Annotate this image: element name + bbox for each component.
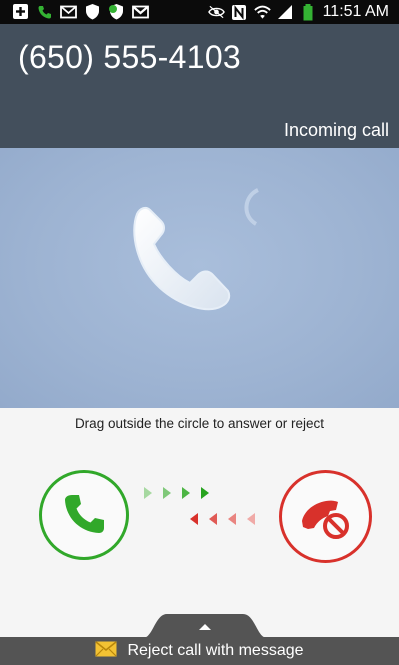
envelope-icon bbox=[95, 640, 117, 662]
sync-shield-icon bbox=[108, 3, 125, 20]
answer-phone-icon bbox=[65, 495, 104, 533]
caller-photo-area bbox=[0, 148, 399, 408]
reject-arrows bbox=[189, 513, 256, 525]
reject-with-message-label: Reject call with message bbox=[127, 642, 304, 659]
wifi-icon bbox=[253, 4, 271, 21]
incoming-call-screen: 11:51 AM (650) 555-4103 Incoming call Dr… bbox=[0, 0, 399, 665]
answer-button[interactable] bbox=[39, 470, 129, 560]
status-time: 11:51 AM bbox=[322, 3, 389, 20]
nfc-icon bbox=[231, 4, 248, 21]
answer-arrows bbox=[143, 487, 210, 499]
gmail-icon bbox=[132, 3, 149, 20]
reject-message-handle[interactable] bbox=[143, 612, 267, 638]
caller-number: (650) 555-4103 bbox=[18, 39, 242, 75]
phone-icon bbox=[36, 3, 53, 20]
shield-icon bbox=[84, 3, 101, 20]
eye-icon bbox=[207, 4, 225, 21]
reject-button[interactable] bbox=[279, 470, 372, 563]
reject-with-message-bar[interactable]: Reject call with message bbox=[0, 637, 399, 665]
drag-instruction: Drag outside the circle to answer or rej… bbox=[74, 416, 325, 431]
call-status-label: Incoming call bbox=[283, 120, 389, 140]
battery-icon bbox=[300, 3, 317, 21]
mail-icon bbox=[60, 3, 77, 20]
plus-square-icon bbox=[12, 3, 29, 20]
handset-icon bbox=[133, 206, 231, 311]
signal-icon bbox=[277, 4, 294, 21]
faint-arc-icon bbox=[244, 188, 260, 226]
reject-phone-icon bbox=[301, 500, 349, 539]
caller-header: (650) 555-4103 Incoming call bbox=[0, 24, 399, 148]
status-bar: 11:51 AM bbox=[0, 0, 399, 24]
